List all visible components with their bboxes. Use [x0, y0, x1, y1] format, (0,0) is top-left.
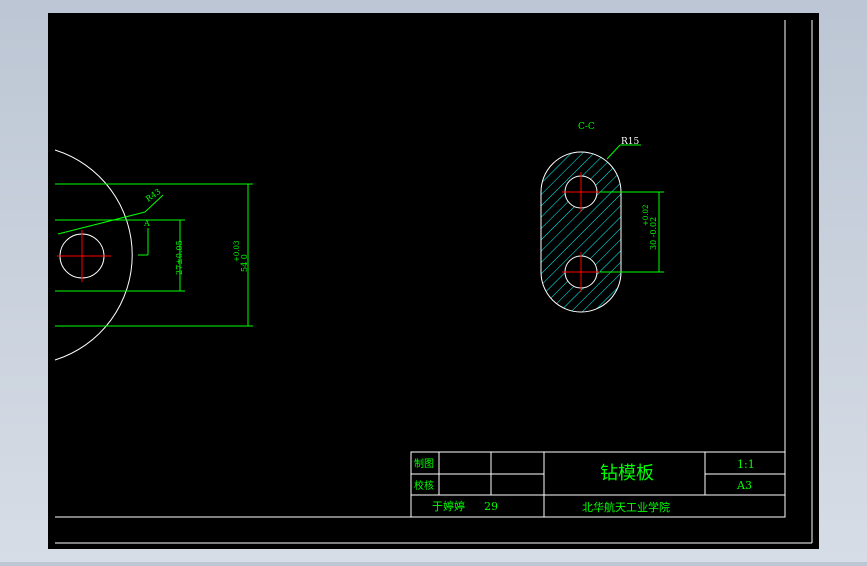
- left-section-mark: A: [143, 219, 150, 228]
- student-number: 29: [484, 500, 498, 513]
- drawing-name: 钻模板: [600, 463, 654, 484]
- school-name: 北华航天工业学院: [582, 500, 670, 514]
- right-radius-label: R15: [621, 137, 640, 147]
- label-drawn-by: 制图: [414, 457, 434, 470]
- sheet-size: A3: [736, 479, 752, 492]
- right-dim-label: 30 -0.02: [649, 217, 658, 250]
- right-dim-tol: +0.02: [642, 205, 650, 226]
- left-dim-small: 27±0.05: [175, 240, 184, 275]
- student-name: 于婷婷: [432, 499, 465, 513]
- section-label: C-C: [578, 122, 595, 132]
- scale-value: 1:1: [737, 458, 755, 471]
- drawing-canvas: R43 A 27±0.05 +0.03 54 0 C-C R15 30 -0.0…: [48, 13, 819, 549]
- left-dim-large-base: 54 0: [240, 254, 249, 272]
- cad-viewport[interactable]: R43 A 27±0.05 +0.03 54 0 C-C R15 30 -0.0…: [0, 0, 867, 562]
- label-checked-by: 校核: [414, 479, 434, 492]
